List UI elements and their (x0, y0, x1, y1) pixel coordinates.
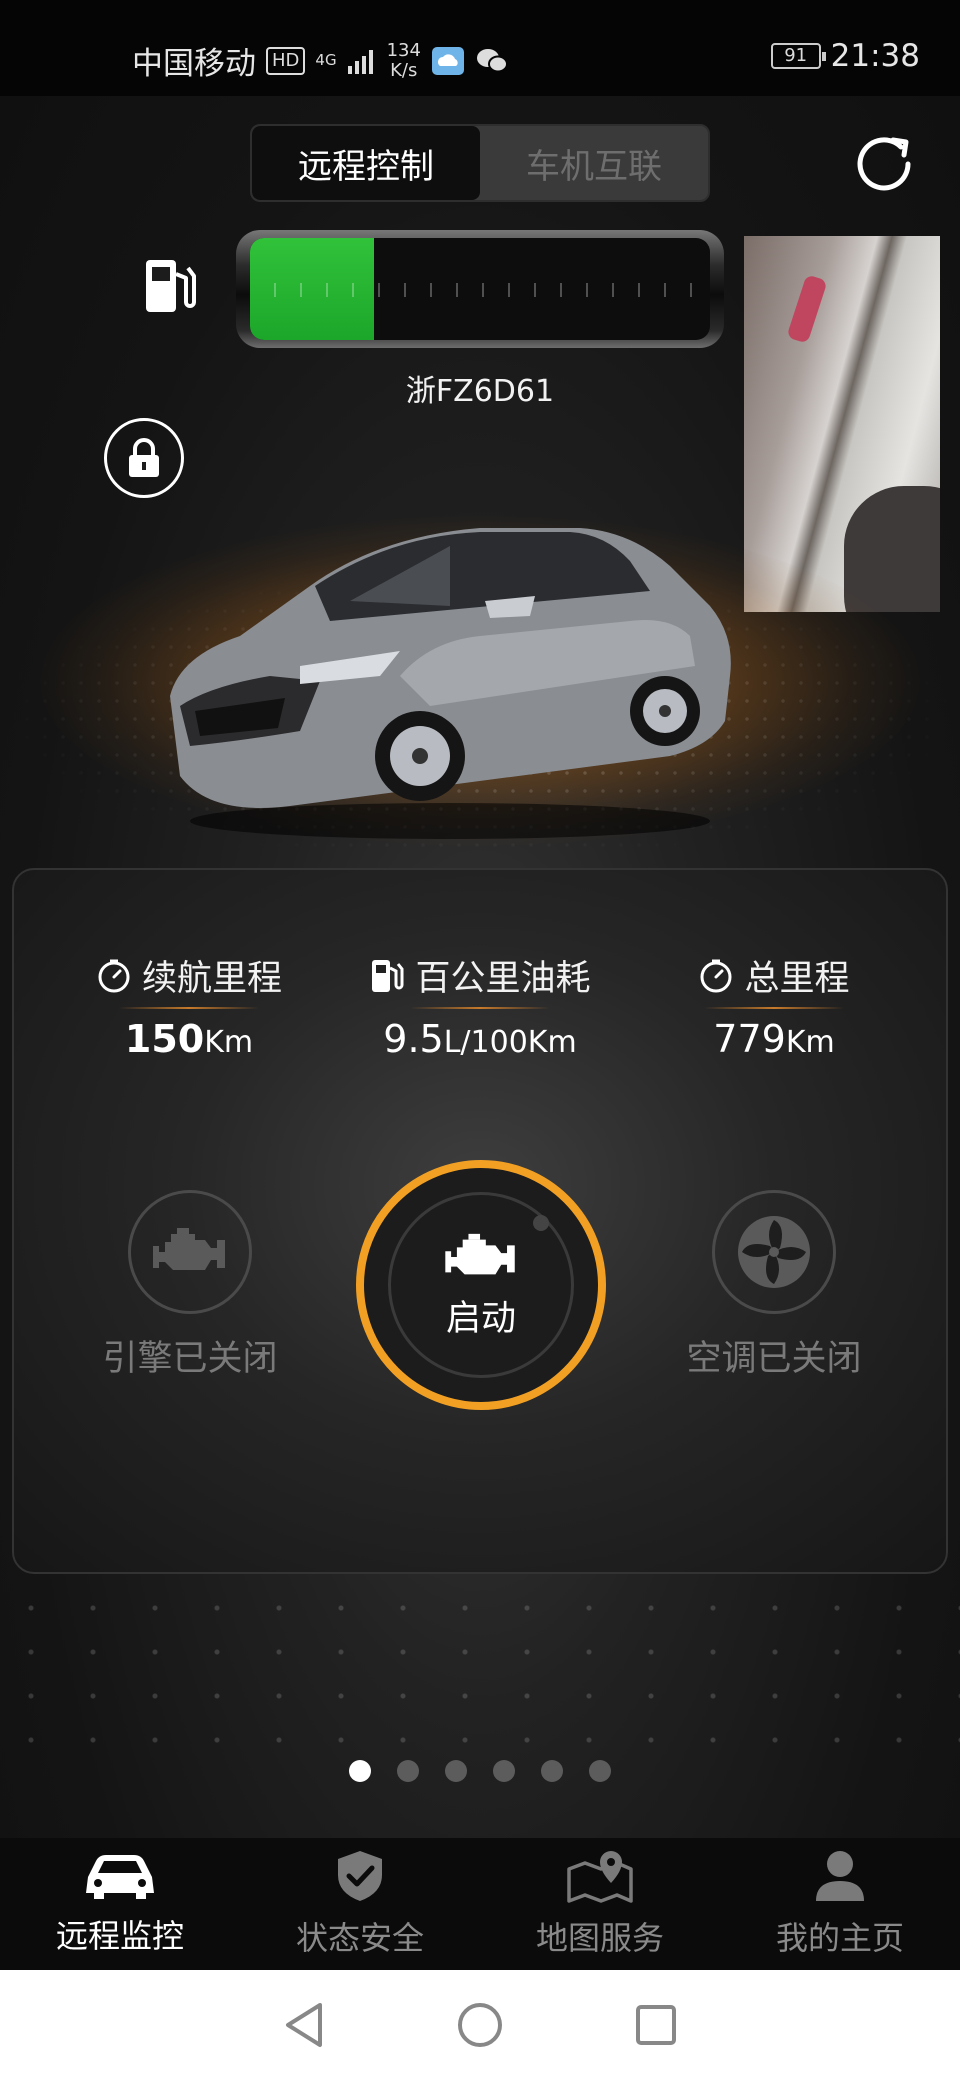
signal-icon (347, 49, 373, 74)
stat-divider (410, 1007, 550, 1009)
stat-divider (704, 1007, 844, 1009)
page-dot[interactable] (349, 1760, 371, 1782)
back-icon[interactable] (282, 2001, 326, 2049)
cloud-app-icon (431, 46, 464, 75)
nav-status-safety-label: 状态安全 (295, 1919, 424, 1957)
lock-button[interactable] (104, 418, 184, 498)
stat-odometer-value: 779 (713, 1017, 786, 1061)
wechat-icon (476, 48, 508, 72)
camera-preview[interactable] (744, 236, 940, 612)
nav-my-home-label: 我的主页 (775, 1919, 904, 1957)
tab-remote-control[interactable]: 远程控制 (252, 126, 480, 200)
engine-status-label: 引擎已关闭 (102, 1339, 278, 1379)
background-dots (0, 1586, 960, 1766)
stat-fuel-label: 百公里油耗 (415, 959, 591, 999)
stat-range-header: 续航里程 (59, 950, 319, 1001)
start-engine-button[interactable]: 启动 (356, 1160, 606, 1410)
stat-odometer: 总里程 779Km (644, 950, 904, 1061)
stat-odometer-value-row: 779Km (644, 1017, 904, 1061)
stat-fuel-unit: L/100Km (443, 1025, 577, 1060)
fuel-gauge (236, 230, 724, 348)
page-dot[interactable] (493, 1760, 515, 1782)
speed-value: 134 (386, 39, 421, 61)
page-dot[interactable] (541, 1760, 563, 1782)
nav-map-service-label: 地图服务 (535, 1919, 664, 1957)
nav-map-service[interactable]: 地图服务 (480, 1838, 720, 1970)
clock: 21:38 (830, 38, 920, 74)
shield-check-icon (338, 1851, 382, 1901)
status-right: 91 21:38 (770, 38, 920, 74)
status-bar: 中国移动 HD 4G 134 K/s 91 21:38 (0, 0, 960, 96)
start-indicator-dot (533, 1215, 549, 1231)
car-image (170, 528, 731, 839)
user-icon (816, 1851, 864, 1901)
stat-fuel-consumption: 百公里油耗 9.5L/100Km (350, 950, 610, 1061)
page-dot[interactable] (589, 1760, 611, 1782)
status-left: 中国移动 HD 4G 134 K/s (132, 38, 509, 83)
mode-tabs: 远程控制 车机互联 (250, 124, 710, 202)
hd-badge: HD (266, 46, 306, 75)
speed-unit: K/s (390, 59, 418, 81)
stat-odometer-label: 总里程 (744, 959, 850, 999)
bottom-nav: 远程监控 状态安全 地图服务 我的主页 (0, 1838, 960, 1970)
page-indicator (0, 1760, 960, 1782)
home-icon[interactable] (456, 2001, 504, 2049)
start-engine-label: 启动 (445, 1298, 516, 1339)
stat-odometer-header: 总里程 (644, 950, 904, 1001)
stat-range: 续航里程 150Km (59, 950, 319, 1061)
stat-fuel-header: 百公里油耗 (350, 950, 610, 1001)
carrier-name: 中国移动 (132, 46, 256, 82)
ac-status-label: 空调已关闭 (686, 1339, 862, 1379)
stat-range-label: 续航里程 (141, 959, 282, 999)
map-pin-icon (567, 1851, 633, 1903)
stat-divider (119, 1007, 259, 1009)
engine-control[interactable]: 引擎已关闭 (80, 1190, 300, 1381)
page-dot[interactable] (445, 1760, 467, 1782)
stat-range-value: 150 (124, 1017, 205, 1061)
stat-range-unit: Km (204, 1025, 254, 1060)
fuel-gauge-track (250, 238, 710, 340)
page-dot[interactable] (397, 1760, 419, 1782)
ac-control[interactable]: 空调已关闭 (664, 1190, 884, 1381)
refresh-icon[interactable] (846, 126, 922, 202)
engine-icon (153, 1228, 225, 1270)
engine-icon (445, 1233, 515, 1274)
vehicle-status-panel: 续航里程 150Km 百公里油耗 9.5L/100Km 总里程 779Km 引擎… (12, 868, 948, 1574)
fuel-gauge-ticks (250, 282, 710, 297)
stat-fuel-value: 9.5 (383, 1017, 444, 1061)
fan-icon (738, 1216, 810, 1288)
network-speed: 134 K/s (386, 39, 421, 81)
car-icon (86, 1855, 154, 1899)
fuel-pump-icon (372, 959, 404, 992)
nav-remote-monitor[interactable]: 远程监控 (0, 1838, 240, 1970)
tab-car-link[interactable]: 车机互联 (480, 126, 708, 200)
stat-odometer-unit: Km (785, 1025, 835, 1060)
lock-icon (129, 438, 159, 477)
nav-remote-monitor-label: 远程监控 (55, 1917, 184, 1955)
gauge-icon (700, 959, 732, 992)
recents-icon[interactable] (634, 2003, 678, 2047)
battery-indicator: 91 (770, 43, 826, 69)
stat-range-value-row: 150Km (59, 1017, 319, 1061)
main-content: 远程控制 车机互联 浙FZ6D61 续航里程 150Km 百公里油耗 9.5L/… (0, 96, 960, 1838)
start-engine-inner: 启动 (388, 1192, 574, 1378)
system-navigation-bar (0, 1970, 960, 2080)
gauge-icon (98, 959, 130, 992)
network-type: 4G (315, 51, 337, 69)
license-plate: 浙FZ6D61 (405, 374, 555, 409)
stat-fuel-value-row: 9.5L/100Km (350, 1017, 610, 1061)
nav-my-home[interactable]: 我的主页 (720, 1838, 960, 1970)
fuel-pump-icon (146, 260, 196, 312)
engine-button[interactable] (128, 1190, 252, 1314)
nav-status-safety[interactable]: 状态安全 (240, 1838, 480, 1970)
camera-preview-object (786, 274, 828, 344)
ac-button[interactable] (712, 1190, 836, 1314)
